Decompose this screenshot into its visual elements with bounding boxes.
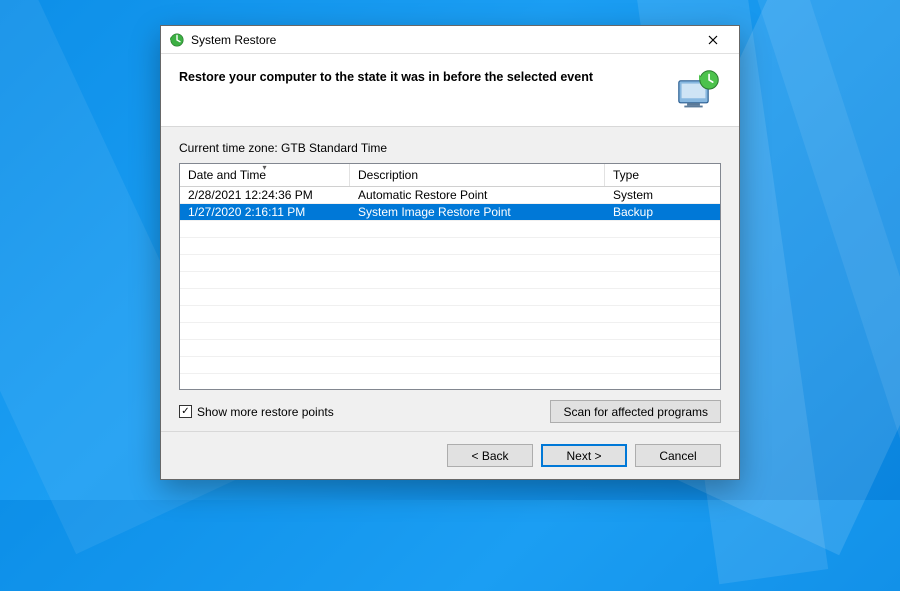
table-row-empty — [180, 323, 720, 340]
checkbox-icon: ✓ — [179, 405, 192, 418]
close-icon — [708, 33, 718, 47]
table-row-empty — [180, 255, 720, 272]
show-more-checkbox[interactable]: ✓ Show more restore points — [179, 405, 334, 419]
table-row-empty — [180, 289, 720, 306]
next-button[interactable]: Next > — [541, 444, 627, 467]
system-restore-icon — [169, 32, 185, 48]
table-row[interactable]: 1/27/2020 2:16:11 PMSystem Image Restore… — [180, 204, 720, 221]
cell-description: Automatic Restore Point — [350, 187, 605, 203]
table-header: Date and Time ▾ Description Type — [180, 164, 720, 187]
table-row[interactable]: 2/28/2021 12:24:36 PMAutomatic Restore P… — [180, 187, 720, 204]
cell-datetime: 1/27/2020 2:16:11 PM — [180, 204, 350, 220]
column-header-label: Type — [613, 168, 639, 182]
cell-type: System — [605, 187, 720, 203]
table-row-empty — [180, 272, 720, 289]
back-button[interactable]: < Back — [447, 444, 533, 467]
header-panel: Restore your computer to the state it wa… — [161, 54, 739, 127]
close-button[interactable] — [693, 29, 733, 51]
footer: < Back Next > Cancel — [161, 431, 739, 479]
column-header-type[interactable]: Type — [605, 164, 720, 186]
titlebar: System Restore — [161, 26, 739, 54]
restore-points-table: Date and Time ▾ Description Type 2/28/20… — [179, 163, 721, 390]
timezone-label: Current time zone: GTB Standard Time — [179, 141, 721, 155]
sort-desc-icon: ▾ — [262, 163, 266, 172]
cell-description: System Image Restore Point — [350, 204, 605, 220]
cancel-button[interactable]: Cancel — [635, 444, 721, 467]
table-row-empty — [180, 238, 720, 255]
scan-affected-programs-button[interactable]: Scan for affected programs — [550, 400, 721, 423]
header-heading: Restore your computer to the state it wa… — [179, 68, 669, 84]
lower-row: ✓ Show more restore points Scan for affe… — [179, 390, 721, 423]
column-header-description[interactable]: Description — [350, 164, 605, 186]
restore-monitor-icon — [677, 68, 721, 112]
window-title: System Restore — [191, 33, 693, 47]
table-row-empty — [180, 221, 720, 238]
system-restore-dialog: System Restore Restore your computer to … — [160, 25, 740, 480]
cell-type: Backup — [605, 204, 720, 220]
cell-datetime: 2/28/2021 12:24:36 PM — [180, 187, 350, 203]
table-row-empty — [180, 357, 720, 374]
table-row-empty — [180, 340, 720, 357]
table-row-empty — [180, 306, 720, 323]
show-more-label: Show more restore points — [197, 405, 334, 419]
body-panel: Current time zone: GTB Standard Time Dat… — [161, 127, 739, 431]
table-body: 2/28/2021 12:24:36 PMAutomatic Restore P… — [180, 187, 720, 389]
column-header-label: Description — [358, 168, 418, 182]
column-header-datetime[interactable]: Date and Time ▾ — [180, 164, 350, 186]
column-header-label: Date and Time — [188, 168, 266, 182]
